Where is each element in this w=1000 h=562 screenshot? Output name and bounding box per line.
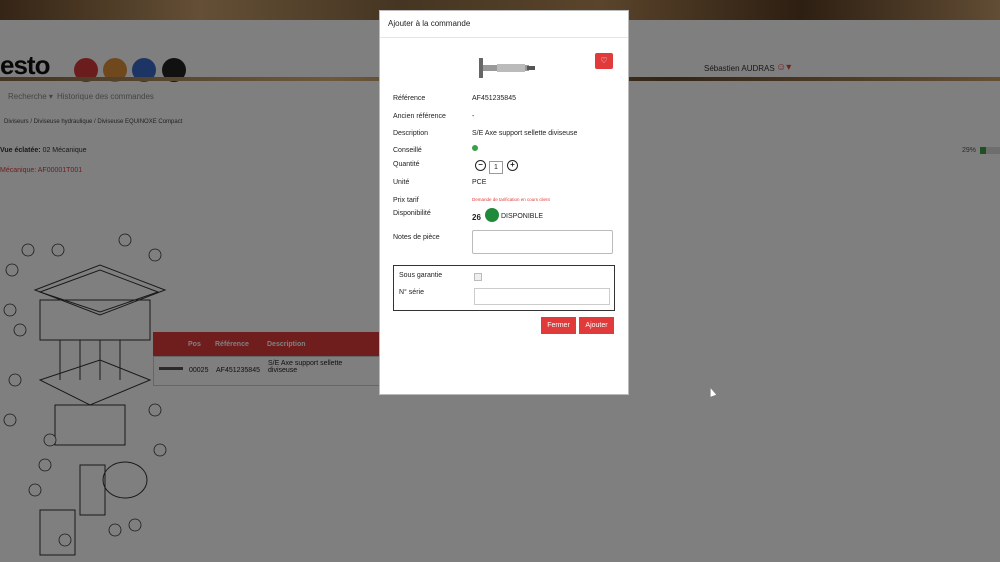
serie-input[interactable]	[474, 288, 610, 305]
plus-circle-icon[interactable]: +	[507, 160, 518, 171]
notes-textarea[interactable]	[472, 230, 613, 254]
disponibilite-status: DISPONIBLE	[501, 213, 544, 220]
fermer-button[interactable]: Fermer	[541, 317, 576, 334]
availability-dot	[485, 208, 499, 222]
prix-value: Demande de tarification en cours client	[472, 197, 550, 202]
garantie-label: Sous garantie	[399, 272, 443, 279]
disponibilite-qty: 26	[472, 213, 481, 222]
modal-divider	[380, 37, 628, 38]
disponibilite-label: Disponibilité	[393, 210, 431, 217]
unite-label: Unité	[393, 179, 410, 186]
add-to-order-modal: Ajouter à la commande ♡ Référence AF4512…	[379, 10, 629, 395]
notes-label: Notes de pièce	[393, 234, 440, 241]
heart-icon: ♡	[600, 56, 608, 65]
reference-label: Référence	[393, 95, 426, 102]
prix-label: Prix tarif	[393, 197, 419, 204]
description-value: S/E Axe support sellette diviseuse	[472, 130, 578, 137]
ancienne-label: Ancien référence	[393, 113, 446, 120]
modal-title: Ajouter à la commande	[388, 19, 471, 28]
conseille-indicator	[472, 145, 478, 151]
reference-value: AF451235845	[472, 95, 516, 102]
description-label: Description	[393, 130, 429, 137]
favorite-button[interactable]: ♡	[595, 53, 613, 69]
serie-label: N° série	[399, 289, 424, 296]
quantity-input[interactable]: 1	[489, 161, 503, 174]
unite-value: PCE	[472, 179, 487, 186]
ajouter-button[interactable]: Ajouter	[579, 317, 614, 334]
garantie-checkbox[interactable]	[474, 273, 482, 281]
conseille-label: Conseillé	[393, 147, 422, 154]
ancienne-value: -	[472, 113, 475, 120]
minus-circle-icon[interactable]: −	[475, 160, 486, 171]
quantite-label: Quantité	[393, 161, 420, 168]
part-image	[479, 58, 535, 78]
